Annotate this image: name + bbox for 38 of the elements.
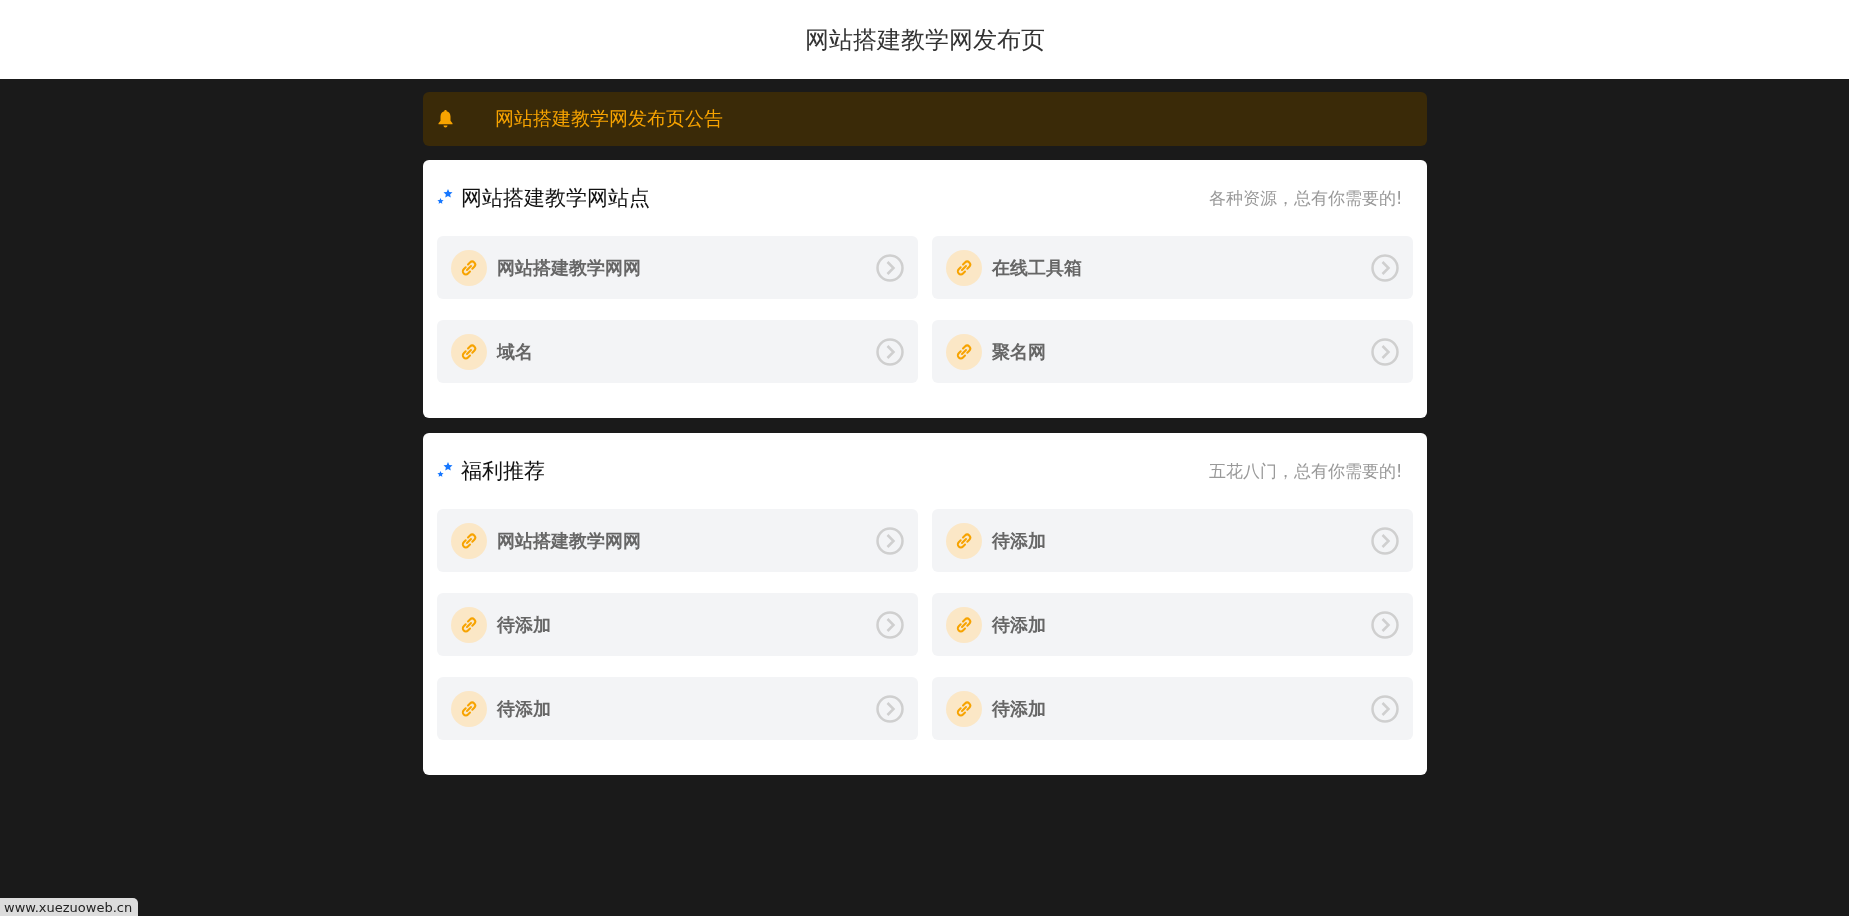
chevron-right-icon [1370,610,1399,639]
link-icon [945,522,982,559]
chevron-right-icon [875,526,904,555]
chevron-right-icon [1370,337,1399,366]
link-icon [945,690,982,727]
section-subtitle: 五花八门，总有你需要的! [1208,459,1403,483]
notice-text: 网站搭建教学网发布页公告 [494,106,723,131]
link-item[interactable]: 聚名网 [931,320,1413,383]
link-item[interactable]: 域名 [436,320,918,383]
status-url: www.xuezuoweb.cn [0,898,139,916]
chevron-right-icon [875,610,904,639]
link-icon [450,333,487,370]
chevron-right-icon [875,337,904,366]
link-icon [945,333,982,370]
chevron-right-icon [1370,694,1399,723]
chevron-right-icon [875,694,904,723]
link-icon [450,606,487,643]
link-item[interactable]: 待添加 [436,593,918,656]
link-item[interactable]: 在线工具箱 [931,236,1413,299]
link-icon [450,522,487,559]
link-item[interactable]: 网站搭建教学网网 [436,509,918,572]
link-icon [945,249,982,286]
bell-icon [436,110,454,128]
link-item[interactable]: 网站搭建教学网网 [436,236,918,299]
link-item[interactable]: 待添加 [931,593,1413,656]
link-item[interactable]: 待添加 [436,677,918,740]
section-title: 福利推荐 [460,458,545,485]
page-title: 网站搭建教学网发布页 [804,24,1045,56]
section-subtitle: 各种资源，总有你需要的! [1208,186,1403,210]
link-icon [450,690,487,727]
section-title: 网站搭建教学网站点 [460,185,650,212]
link-icon [945,606,982,643]
chevron-right-icon [1370,526,1399,555]
chevron-right-icon [875,253,904,282]
link-item[interactable]: 待添加 [931,677,1413,740]
link-item[interactable]: 待添加 [931,509,1413,572]
chevron-right-icon [1370,253,1399,282]
link-icon [450,249,487,286]
